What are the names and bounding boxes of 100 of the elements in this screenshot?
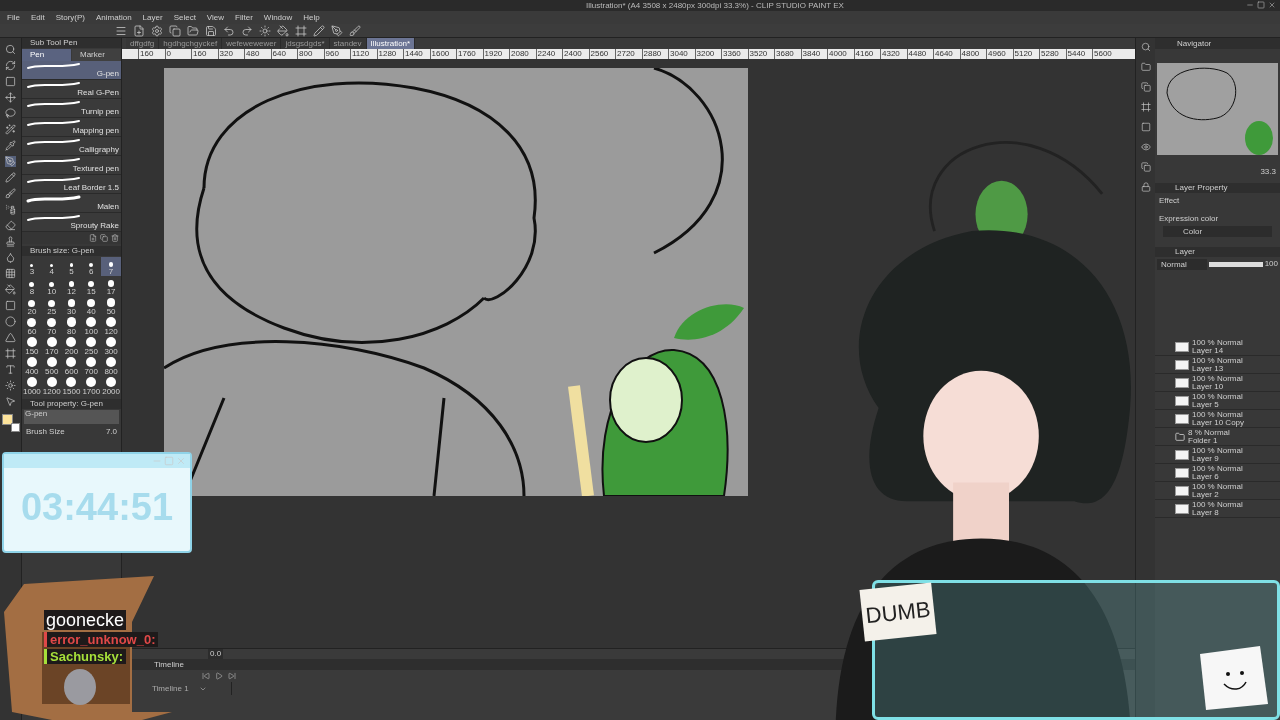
brush-item[interactable]: Real G-Pen <box>22 80 121 99</box>
skip-forward-icon[interactable] <box>228 672 236 680</box>
brush-size-option[interactable]: 15 <box>81 277 102 296</box>
brush-size-option[interactable]: 60 <box>22 317 42 336</box>
brush-size-option[interactable]: 3 <box>22 257 42 276</box>
wand-icon[interactable] <box>5 124 16 135</box>
copy-icon[interactable] <box>1140 82 1151 92</box>
brush-size-option[interactable]: 20 <box>22 297 42 316</box>
copy-icon[interactable] <box>1140 162 1151 172</box>
brush-size-option[interactable]: 7 <box>101 257 121 276</box>
brush-size-option[interactable]: 800 <box>101 357 121 376</box>
brush-size-option[interactable]: 250 <box>81 337 102 356</box>
new-file-icon[interactable] <box>133 24 145 37</box>
brush-size-option[interactable]: 1700 <box>81 377 102 396</box>
brush-size-option[interactable]: 4 <box>41 257 62 276</box>
brush-size-option[interactable]: 120 <box>101 317 121 336</box>
brush-item[interactable]: Textured pen <box>22 156 121 175</box>
menu-item[interactable]: Filter <box>235 13 253 22</box>
layer-row[interactable]: 100 % Normal Layer 13 <box>1155 356 1280 374</box>
layer-row[interactable]: 100 % Normal Layer 8 <box>1155 500 1280 518</box>
brush-size-option[interactable]: 40 <box>81 297 102 316</box>
rotate-icon[interactable] <box>5 60 16 71</box>
brush-size-option[interactable]: 25 <box>41 297 62 316</box>
brush-size-option[interactable]: 8 <box>22 277 42 296</box>
pencil-icon[interactable] <box>5 172 16 183</box>
lasso-icon[interactable] <box>5 108 16 119</box>
layer-row[interactable]: 100 % Normal Layer 14 <box>1155 338 1280 356</box>
main-color-swatch[interactable] <box>1 414 13 425</box>
blend-mode-select[interactable]: Normal <box>1157 258 1207 270</box>
brush-size-option[interactable]: 80 <box>61 317 82 336</box>
brush-size-option[interactable]: 400 <box>22 357 42 376</box>
brush-item[interactable]: G-pen <box>22 61 121 80</box>
brush-size-option[interactable]: 1500 <box>61 377 82 396</box>
eye-icon[interactable] <box>1140 142 1151 152</box>
timeline-track[interactable]: Timeline 1 <box>152 682 189 695</box>
brush-size-option[interactable]: 100 <box>81 317 102 336</box>
search-icon[interactable] <box>5 44 16 55</box>
lock-icon[interactable] <box>1140 182 1151 192</box>
bucket-icon[interactable] <box>277 24 289 37</box>
brush-size-option[interactable]: 5 <box>61 257 82 276</box>
copy-icon[interactable] <box>100 234 108 242</box>
brush-size-option[interactable]: 600 <box>61 357 82 376</box>
brush-size-option[interactable]: 1000 <box>22 377 42 396</box>
menu-item[interactable]: Layer <box>142 13 163 22</box>
skip-back-icon[interactable] <box>202 672 210 680</box>
layer-row[interactable]: 100 % Normal Layer 9 <box>1155 446 1280 464</box>
sun-icon[interactable] <box>259 24 271 37</box>
move-icon[interactable] <box>5 92 16 103</box>
menu-item[interactable]: View <box>206 13 225 22</box>
eyedropper-icon[interactable] <box>5 140 16 151</box>
brush-size-option[interactable]: 200 <box>61 337 82 356</box>
layer-row[interactable]: 100 % Normal Layer 6 <box>1155 464 1280 482</box>
menu-icon[interactable] <box>115 24 127 37</box>
expression-color-select[interactable]: Color <box>1163 226 1272 237</box>
pen-icon[interactable] <box>5 156 16 167</box>
layer-row[interactable]: 100 % Normal Layer 10 <box>1155 374 1280 392</box>
menu-item[interactable]: Help <box>303 13 320 22</box>
add-icon[interactable] <box>89 234 97 242</box>
shape-icon[interactable] <box>5 316 16 327</box>
redo-icon[interactable] <box>241 24 253 37</box>
brush-item[interactable]: Malen <box>22 194 121 213</box>
pen-icon[interactable] <box>331 24 343 37</box>
brush-size-option[interactable]: 50 <box>101 297 121 316</box>
trash-icon[interactable] <box>111 234 119 242</box>
text-icon[interactable] <box>5 364 16 375</box>
brush-size-option[interactable]: 10 <box>41 277 62 296</box>
save-icon[interactable] <box>205 24 217 37</box>
stamp-icon[interactable] <box>5 236 16 247</box>
close-icon[interactable] <box>1268 1 1276 9</box>
undo-icon[interactable] <box>223 24 235 37</box>
brush-icon[interactable] <box>349 24 361 37</box>
brush-size-option[interactable]: 30 <box>61 297 82 316</box>
brush-size-option[interactable]: 150 <box>22 337 42 356</box>
maximize-icon[interactable] <box>1257 1 1265 9</box>
triangle-icon[interactable] <box>5 332 16 343</box>
droplet-icon[interactable] <box>5 252 16 263</box>
menu-item[interactable]: Animation <box>96 13 132 22</box>
brush-item[interactable]: Turnip pen <box>22 99 121 118</box>
brush-size-option[interactable]: 300 <box>101 337 121 356</box>
brush-item[interactable]: Calligraphy <box>22 137 121 156</box>
brush-size-option[interactable]: 70 <box>41 317 62 336</box>
menu-item[interactable]: Edit <box>30 13 45 22</box>
spray-icon[interactable] <box>5 204 16 215</box>
subtool-tab[interactable]: Marker <box>72 49 121 61</box>
brush-size-option[interactable]: 700 <box>81 357 102 376</box>
folder-icon[interactable] <box>1140 62 1151 72</box>
eraser-icon[interactable] <box>5 220 16 231</box>
subtool-tab[interactable]: Pen <box>22 49 71 61</box>
brush-size-option[interactable]: 12 <box>61 277 82 296</box>
brush-size-option[interactable]: 6 <box>81 257 102 276</box>
sun-icon[interactable] <box>5 380 16 391</box>
layer-row[interactable]: 100 % Normal Layer 5 <box>1155 392 1280 410</box>
pointer-icon[interactable] <box>5 396 16 407</box>
copy-icon[interactable] <box>169 24 181 37</box>
sub-color-swatch[interactable] <box>10 423 20 432</box>
layer-row[interactable]: 100 % Normal Layer 2 <box>1155 482 1280 500</box>
pencil-icon[interactable] <box>313 24 325 37</box>
frame-field[interactable]: 0.0 <box>208 649 224 659</box>
play-icon[interactable] <box>215 672 223 680</box>
bucket-icon[interactable] <box>5 284 16 295</box>
